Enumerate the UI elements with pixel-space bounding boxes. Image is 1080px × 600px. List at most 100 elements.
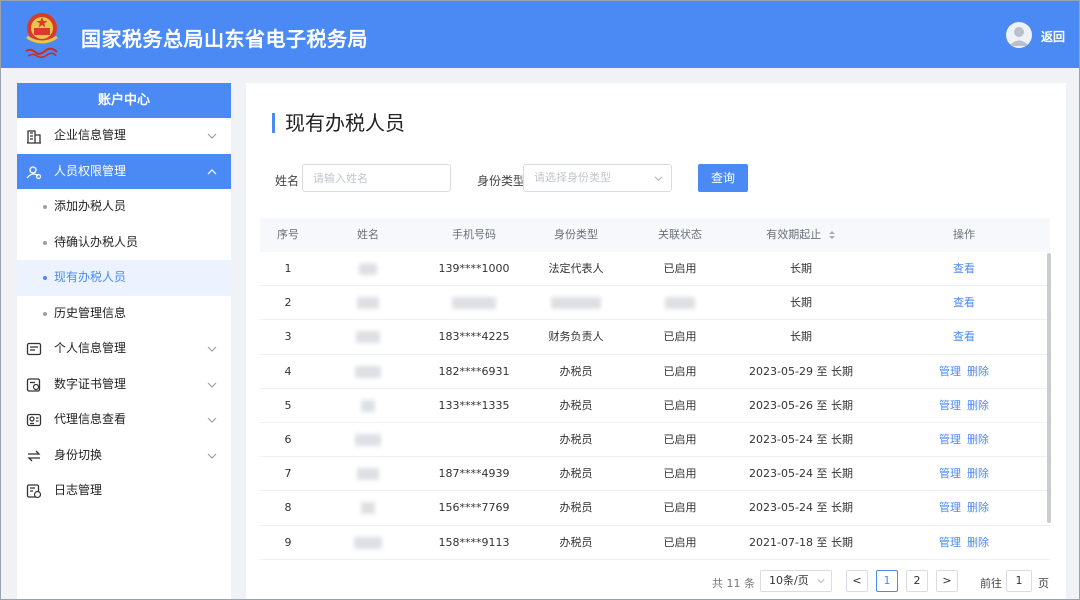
delete-link[interactable]: 删除 <box>967 467 989 480</box>
cell-no: 7 <box>284 467 292 481</box>
bullet-icon <box>43 240 47 245</box>
certificate-icon <box>26 377 41 392</box>
table-row: 5 133****1335 办税员 已启用 2023-05-26 至 长期 管理 删除 <box>260 389 1050 423</box>
column-header-validity-label: 有效期起止 <box>766 228 822 241</box>
back-button[interactable]: 返回 <box>1041 28 1065 45</box>
cell-no: 6 <box>284 432 292 446</box>
cell-name <box>333 423 403 456</box>
sidebar-item-digital-certificate[interactable]: 数字证书管理 <box>17 367 231 403</box>
id-card-icon <box>26 342 42 356</box>
cell-validity: 长期 <box>790 296 812 310</box>
chevron-down-icon <box>654 176 663 182</box>
prev-page-button[interactable]: < <box>846 570 868 592</box>
page-2-button[interactable]: 2 <box>906 570 928 592</box>
redacted-text <box>359 263 377 275</box>
chevron-down-icon <box>207 417 217 423</box>
cell-identity-type: 办税员 <box>559 467 593 481</box>
page-title: 现有办税人员 <box>272 113 405 133</box>
next-page-button[interactable]: > <box>936 570 958 592</box>
sidebar-subitem-history[interactable]: 历史管理信息 <box>17 296 231 332</box>
cell-name <box>333 491 403 524</box>
view-link[interactable]: 查看 <box>953 330 975 343</box>
cell-actions: 查看 <box>914 320 1014 353</box>
sidebar-item-personal-info[interactable]: 个人信息管理 <box>17 331 231 367</box>
delete-link[interactable]: 删除 <box>967 433 989 446</box>
goto-page-input[interactable]: 1 <box>1006 570 1032 592</box>
cell-actions: 管理 删除 <box>914 389 1014 422</box>
sidebar-subitem-pending-taxpayer[interactable]: 待确认办税人员 <box>17 225 231 261</box>
cell-status: 已启用 <box>663 330 697 344</box>
cell-validity: 2021-07-18 至 长期 <box>749 535 853 549</box>
sidebar-item-identity-switch[interactable]: 身份切换 <box>17 438 231 474</box>
page-suffix-label: 页 <box>1038 577 1049 590</box>
cell-actions: 查看 <box>914 286 1014 319</box>
view-link[interactable]: 查看 <box>953 262 975 275</box>
sidebar-subitem-current-taxpayer[interactable]: 现有办税人员 <box>17 260 231 296</box>
cell-validity: 2023-05-24 至 长期 <box>749 432 853 446</box>
cell-validity: 2023-05-24 至 长期 <box>749 467 853 481</box>
pagination-total: 共 11 条 <box>712 577 755 590</box>
page-1-button[interactable]: 1 <box>876 570 898 592</box>
cell-validity: 2023-05-24 至 长期 <box>749 501 853 515</box>
identity-type-select[interactable]: 请选择身份类型 <box>523 164 672 192</box>
sidebar-item-agent-info[interactable]: 代理信息查看 <box>17 402 231 438</box>
page-size-select[interactable]: 10条/页 <box>760 570 832 592</box>
sidebar-item-label: 人员权限管理 <box>54 163 127 178</box>
sidebar-item-log-management[interactable]: 日志管理 <box>17 473 231 509</box>
cell-actions: 管理 删除 <box>914 423 1014 456</box>
delete-link[interactable]: 删除 <box>967 501 989 514</box>
cell-no: 9 <box>284 535 292 549</box>
page-size-value: 10条/页 <box>769 574 809 587</box>
table-row: 2 长期 查看 <box>260 286 1050 321</box>
cell-actions: 管理 删除 <box>914 457 1014 490</box>
manage-link[interactable]: 管理 <box>939 467 961 480</box>
chevron-down-icon <box>817 579 825 584</box>
manage-link[interactable]: 管理 <box>939 399 961 412</box>
manage-link[interactable]: 管理 <box>939 501 961 514</box>
redacted-text <box>665 297 695 310</box>
cell-status: 已启用 <box>663 262 697 275</box>
chevron-down-icon <box>207 346 217 352</box>
sidebar-subitem-label: 现有办税人员 <box>54 270 127 284</box>
cell-identity-type <box>530 286 622 319</box>
sidebar-subitem-add-taxpayer[interactable]: 添加办税人员 <box>17 189 231 225</box>
manage-link[interactable]: 管理 <box>939 536 961 549</box>
delete-link[interactable]: 删除 <box>967 536 989 549</box>
cell-actions: 管理 删除 <box>914 491 1014 524</box>
cell-identity-type: 办税员 <box>559 535 593 549</box>
cell-identity-type: 办税员 <box>559 432 593 446</box>
cell-no: 5 <box>284 398 292 412</box>
view-link[interactable]: 查看 <box>953 296 975 309</box>
column-header-identity-type: 身份类型 <box>554 228 598 241</box>
redacted-text <box>354 536 382 549</box>
identity-type-placeholder: 请选择身份类型 <box>534 171 611 184</box>
sidebar-item-personnel-permissions[interactable]: 人员权限管理 <box>17 153 231 189</box>
delete-link[interactable]: 删除 <box>967 399 989 412</box>
cell-name <box>333 252 403 285</box>
cell-actions: 管理 删除 <box>914 526 1014 559</box>
sidebar-title: 账户中心 <box>17 83 231 118</box>
redacted-text <box>361 399 375 412</box>
name-search-input[interactable] <box>302 164 451 192</box>
table-scrollbar[interactable] <box>1047 253 1051 523</box>
table-header: 序号 姓名 手机号码 身份类型 关联状态 有效期起止 操作 <box>260 218 1050 252</box>
chevron-up-icon <box>207 168 217 174</box>
user-settings-icon <box>26 165 42 179</box>
avatar[interactable] <box>1006 22 1032 48</box>
cell-identity-type: 财务负责人 <box>548 330 604 344</box>
cell-name <box>333 389 403 422</box>
table-row: 3 183****4225 财务负责人 已启用 长期 查看 <box>260 320 1050 355</box>
sort-icon[interactable] <box>828 230 836 240</box>
cell-name <box>333 320 403 353</box>
user-avatar-icon <box>1009 27 1029 46</box>
cell-name <box>333 526 403 559</box>
sidebar-subitem-label: 待确认办税人员 <box>54 234 139 249</box>
manage-link[interactable]: 管理 <box>939 365 961 378</box>
sidebar-item-enterprise-info[interactable]: 企业信息管理 <box>17 118 231 154</box>
delete-link[interactable]: 删除 <box>967 365 989 378</box>
redacted-text <box>452 297 496 310</box>
column-header-validity[interactable]: 有效期起止 <box>734 218 868 252</box>
query-button[interactable]: 查询 <box>698 164 748 192</box>
log-icon <box>26 484 42 499</box>
manage-link[interactable]: 管理 <box>939 433 961 446</box>
